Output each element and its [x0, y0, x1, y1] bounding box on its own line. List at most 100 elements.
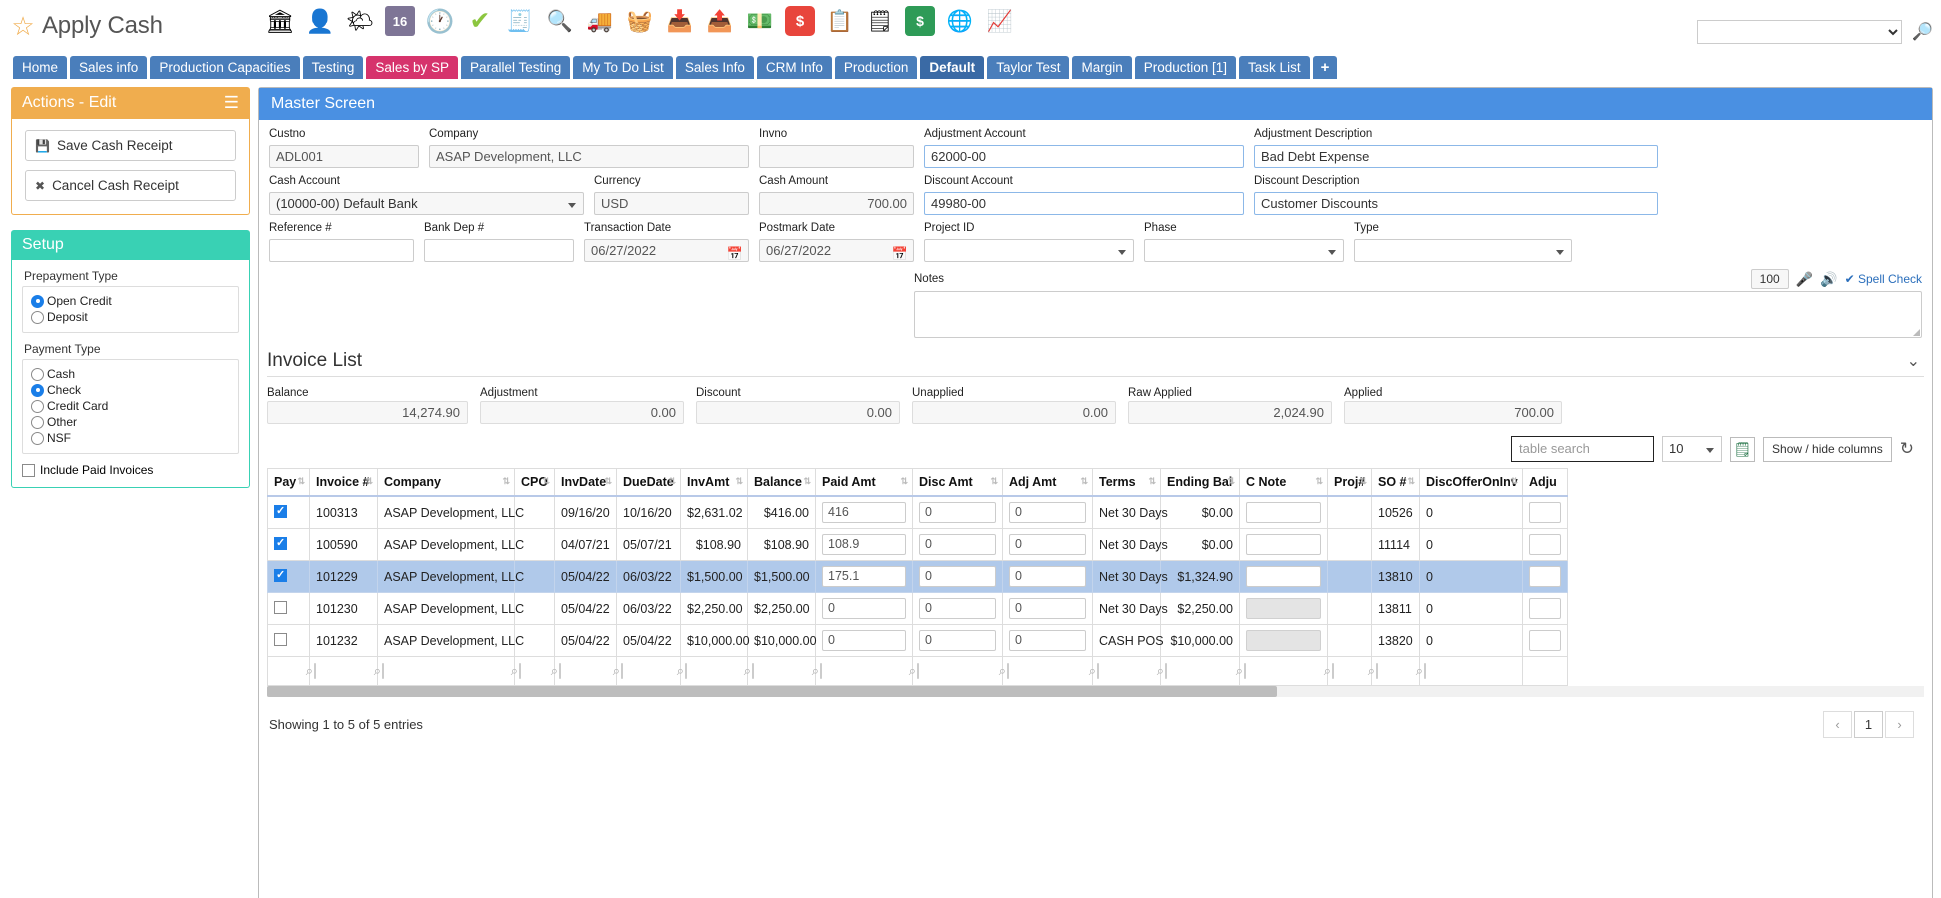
- adju-input[interactable]: [1529, 534, 1561, 555]
- col-balance[interactable]: Balance ⇅: [747, 468, 816, 497]
- cell-pay[interactable]: [267, 560, 310, 593]
- notes-icon[interactable]: 🗒: [865, 6, 895, 36]
- cell-adjamt[interactable]: 0: [1002, 624, 1093, 657]
- filter-adjamt-input[interactable]: [1007, 663, 1009, 679]
- filter-invdate[interactable]: [554, 656, 617, 686]
- col-cnote[interactable]: C Note ⇅: [1239, 468, 1328, 497]
- nav-tab-margin[interactable]: Margin: [1072, 56, 1132, 79]
- scrollbar-thumb[interactable]: [267, 686, 1277, 697]
- invno-input[interactable]: [759, 145, 914, 168]
- filter-duedate-input[interactable]: [621, 663, 623, 679]
- truck-icon[interactable]: 🚚: [585, 6, 615, 36]
- discount-description-input[interactable]: Customer Discounts: [1254, 192, 1658, 215]
- adju-input[interactable]: [1529, 630, 1561, 651]
- col-pay[interactable]: Pay ⇅: [267, 468, 310, 497]
- cell-pay[interactable]: [267, 624, 310, 657]
- bank-icon[interactable]: 🏛: [265, 6, 295, 36]
- c-note-input[interactable]: [1246, 566, 1321, 587]
- disc-amt-input[interactable]: 0: [919, 502, 996, 523]
- adju-input[interactable]: [1529, 502, 1561, 523]
- cell-so[interactable]: 10526: [1371, 495, 1420, 529]
- radio-nsf-input[interactable]: [31, 431, 44, 445]
- adju-input[interactable]: [1529, 598, 1561, 619]
- c-note-input[interactable]: [1246, 502, 1321, 523]
- filter-discoffer-input[interactable]: [1424, 663, 1426, 679]
- adju-input[interactable]: [1529, 566, 1561, 587]
- filter-invamt-input[interactable]: [685, 663, 687, 679]
- filter-discamt[interactable]: [912, 656, 1003, 686]
- nav-tab-sales-info[interactable]: Sales info: [70, 56, 148, 79]
- dollar-tag-icon[interactable]: $: [785, 6, 815, 36]
- cell-discamt[interactable]: 0: [912, 495, 1003, 529]
- radio-open-credit[interactable]: Open Credit: [31, 294, 230, 308]
- notes-textarea[interactable]: [914, 291, 1922, 338]
- cell-adjamt[interactable]: 0: [1002, 560, 1093, 593]
- cancel-cash-receipt-button[interactable]: ✖ Cancel Cash Receipt: [25, 170, 236, 201]
- disc-amt-input[interactable]: 0: [919, 630, 996, 651]
- transaction-date-input[interactable]: 06/27/2022 📅: [584, 239, 749, 262]
- nav-tab-production[interactable]: Production: [834, 56, 918, 79]
- global-search-select[interactable]: [1696, 20, 1902, 44]
- clipboard-icon[interactable]: 📋: [825, 6, 855, 36]
- nav-tab-testing[interactable]: Testing: [302, 56, 364, 79]
- col-discamt[interactable]: Disc Amt ⇅: [912, 468, 1003, 497]
- radio-cash[interactable]: Cash: [31, 367, 230, 381]
- show-hide-columns-button[interactable]: Show / hide columns: [1763, 436, 1892, 462]
- pay-checkbox[interactable]: [274, 632, 287, 646]
- filter-duedate[interactable]: [616, 656, 681, 686]
- filter-invdate-input[interactable]: [559, 663, 561, 679]
- table-row[interactable]: 101229 ASAP Development, LLC 05/04/22 06…: [267, 560, 1568, 593]
- cell-adju[interactable]: [1522, 528, 1568, 561]
- hamburger-icon[interactable]: ☰: [224, 93, 239, 113]
- currency-input[interactable]: USD: [594, 192, 749, 215]
- cell-invoice[interactable]: 100590: [309, 528, 378, 561]
- cell-adju[interactable]: [1522, 560, 1568, 593]
- spell-check-button[interactable]: ✔ Spell Check: [1845, 272, 1922, 286]
- table-row[interactable]: 100313 ASAP Development, LLC 09/16/20 10…: [267, 495, 1568, 529]
- checkmark-icon[interactable]: ✔: [465, 6, 495, 36]
- adj-amt-input[interactable]: 0: [1009, 502, 1086, 523]
- adjustment-account-input[interactable]: 62000-00: [924, 145, 1244, 168]
- refresh-icon[interactable]: ↻: [1900, 439, 1914, 459]
- radio-credit-card-input[interactable]: [31, 399, 44, 413]
- col-cpo[interactable]: CPO ⇅: [514, 468, 555, 497]
- filter-terms[interactable]: [1092, 656, 1161, 686]
- filter-discoffer[interactable]: [1419, 656, 1523, 686]
- reference-input[interactable]: [269, 239, 414, 262]
- col-invamt[interactable]: InvAmt ⇅: [680, 468, 748, 497]
- col-terms[interactable]: Terms ⇅: [1092, 468, 1161, 497]
- save-cash-receipt-button[interactable]: 💾 Save Cash Receipt: [25, 130, 236, 161]
- speaker-icon[interactable]: 🔊: [1820, 271, 1837, 288]
- disc-amt-input[interactable]: 0: [919, 566, 996, 587]
- col-adjamt[interactable]: Adj Amt ⇅: [1002, 468, 1093, 497]
- cell-cnote[interactable]: [1239, 528, 1328, 561]
- filter-balance[interactable]: [747, 656, 816, 686]
- col-paidamt[interactable]: Paid Amt ⇅: [815, 468, 913, 497]
- adj-amt-input[interactable]: 0: [1009, 598, 1086, 619]
- page-length-select[interactable]: 10: [1662, 436, 1723, 462]
- nav-tab-production-1[interactable]: Production [1]: [1134, 56, 1237, 79]
- cell-discamt[interactable]: 0: [912, 528, 1003, 561]
- adjustment-description-input[interactable]: Bad Debt Expense: [1254, 145, 1658, 168]
- cell-cnote[interactable]: [1239, 560, 1328, 593]
- cell-so[interactable]: 13810: [1371, 560, 1420, 593]
- filter-company[interactable]: [377, 656, 515, 686]
- paid-amt-input[interactable]: 108.9: [822, 534, 906, 555]
- nav-tab-default[interactable]: Default: [920, 56, 985, 79]
- filter-company-input[interactable]: [382, 663, 384, 679]
- chevron-down-icon[interactable]: ⌄: [1907, 351, 1920, 371]
- cell-paidamt[interactable]: 0: [815, 624, 913, 657]
- basket-icon[interactable]: 🧺: [625, 6, 655, 36]
- filter-invamt[interactable]: [680, 656, 748, 686]
- table-row[interactable]: 101230 ASAP Development, LLC 05/04/22 06…: [267, 592, 1568, 625]
- inbox-download-icon[interactable]: 📥: [665, 6, 695, 36]
- clock-icon[interactable]: 🕐: [425, 6, 455, 36]
- filter-terms-input[interactable]: [1097, 663, 1099, 679]
- pay-checkbox[interactable]: [274, 536, 287, 550]
- weather-icon[interactable]: 🌤: [345, 6, 375, 36]
- filter-proj[interactable]: [1327, 656, 1372, 686]
- filter-so[interactable]: [1371, 656, 1420, 686]
- filter-invoice[interactable]: [309, 656, 378, 686]
- paid-amt-input[interactable]: 0: [822, 630, 906, 651]
- cell-adjamt[interactable]: 0: [1002, 528, 1093, 561]
